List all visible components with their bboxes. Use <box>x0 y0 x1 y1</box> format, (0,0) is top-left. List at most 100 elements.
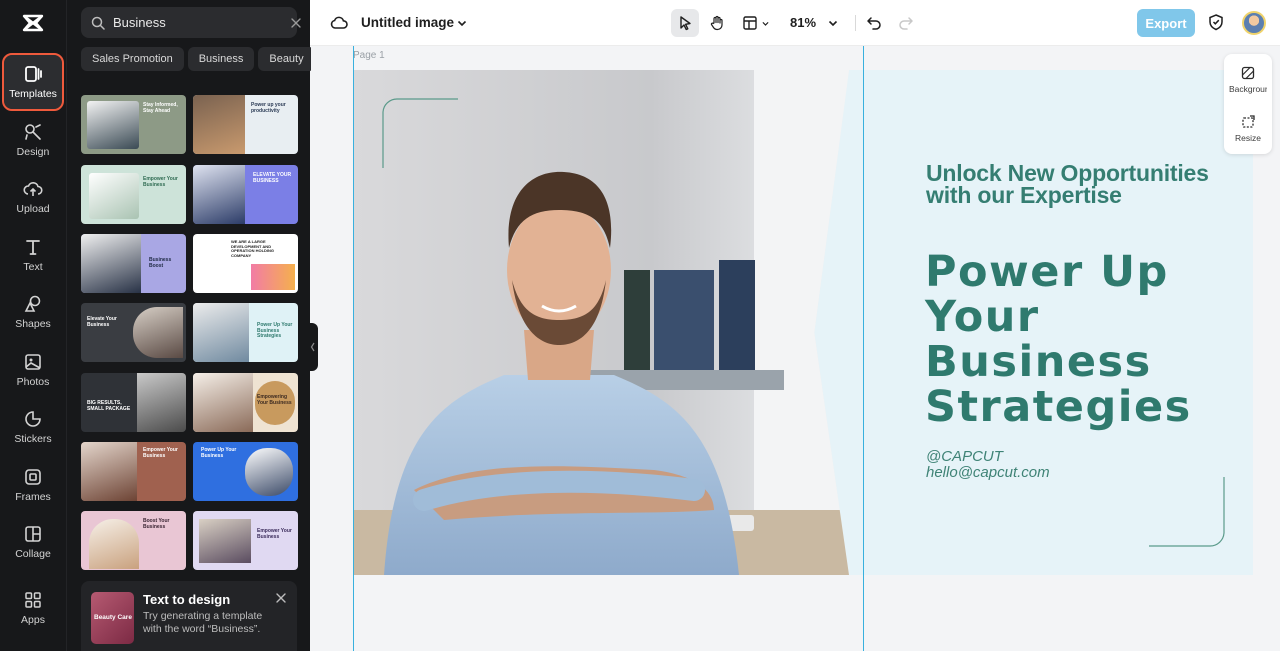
clear-search-icon[interactable] <box>289 16 303 30</box>
export-button[interactable]: Export <box>1137 9 1195 37</box>
template-title: Power Up Your Business Strategies <box>257 322 293 339</box>
template-card[interactable]: Empower Your Business <box>193 511 298 570</box>
resize-label: Resize <box>1235 133 1261 143</box>
rail-label: Photos <box>16 376 50 388</box>
background-icon <box>1241 66 1255 80</box>
rail-item-text[interactable]: Text <box>4 228 62 282</box>
template-card[interactable]: Power Up Your Business Strategies <box>193 303 298 362</box>
text-to-design-title: Text to design <box>143 592 231 607</box>
template-card[interactable]: Stay Informed, Stay Ahead <box>81 95 186 154</box>
rail-label: Frames <box>15 491 51 503</box>
template-card[interactable]: Boost Your Business <box>81 511 186 570</box>
shield-icon[interactable] <box>1207 13 1225 31</box>
rail-item-collage[interactable]: Collage <box>4 515 62 569</box>
chevron-down-icon <box>828 20 838 27</box>
template-card[interactable]: ELEVATE YOUR BUSINESS <box>193 165 298 224</box>
chip-sales-promotion[interactable]: Sales Promotion <box>81 47 184 71</box>
template-card[interactable]: Elevate Your Business <box>81 303 186 362</box>
template-card[interactable]: Empower Your Business <box>81 442 186 501</box>
page-guide-left <box>353 46 354 651</box>
layout-tool-button[interactable] <box>738 9 774 37</box>
toolbar-divider <box>855 15 856 31</box>
redo-button[interactable] <box>896 9 916 37</box>
capcut-logo-icon[interactable] <box>20 10 46 36</box>
chip-beauty[interactable]: Beauty <box>258 47 311 71</box>
layout-icon <box>743 16 757 30</box>
template-title: Stay Informed, Stay Ahead <box>143 102 178 114</box>
zoom-dropdown[interactable] <box>825 9 841 37</box>
rail-item-stickers[interactable]: Stickers <box>4 400 62 454</box>
rail-item-frames[interactable]: Frames <box>4 458 62 512</box>
rail-item-templates[interactable]: Templates <box>2 53 64 111</box>
template-card[interactable]: Power up your productivity <box>193 95 298 154</box>
background-button[interactable]: Background <box>1224 66 1272 94</box>
main-headline[interactable]: Power Up Your Business Strategies <box>925 250 1245 430</box>
select-tool-button[interactable] <box>671 9 699 37</box>
text-to-design-card[interactable]: Beauty Care Text to design Try generatin… <box>81 581 297 651</box>
template-card[interactable]: Business Boost <box>81 234 186 293</box>
template-title: Empowering Your Business <box>257 394 292 406</box>
cloud-sync-icon[interactable] <box>330 14 348 32</box>
undo-icon <box>867 17 881 30</box>
rail-item-upload[interactable]: Upload <box>4 170 62 224</box>
undo-button[interactable] <box>864 9 884 37</box>
template-title: Business Boost <box>149 257 172 269</box>
chevron-down-icon[interactable] <box>456 17 468 29</box>
template-card[interactable]: Empower Your Business <box>81 165 186 224</box>
social-handle[interactable]: @CAPCUT <box>926 448 1003 465</box>
resize-button[interactable]: Resize <box>1224 115 1272 143</box>
template-title: ELEVATE YOUR BUSINESS <box>253 172 292 184</box>
text-icon <box>26 240 40 255</box>
decorative-corner-line <box>382 98 458 168</box>
avatar[interactable] <box>1242 11 1266 35</box>
templates-icon <box>25 66 42 82</box>
template-card[interactable]: WE ARE A LARGE DEVELOPMENT AND OPERATION… <box>193 234 298 293</box>
rail-item-photos[interactable]: Photos <box>4 343 62 397</box>
decorative-corner-line <box>1149 477 1225 547</box>
template-card[interactable]: BIG RESULTS, SMALL PACKAGE <box>81 373 186 432</box>
rail-label: Stickers <box>14 433 52 445</box>
hand-tool-button[interactable] <box>703 9 731 37</box>
text-to-design-thumbnail: Beauty Care <box>91 592 134 644</box>
subheadline[interactable]: Unlock New Opportunities with our Expert… <box>926 162 1226 207</box>
rail-label: Design <box>16 146 50 158</box>
template-title: BIG RESULTS, SMALL PACKAGE <box>87 400 131 412</box>
search-icon <box>91 16 105 30</box>
design-icon <box>25 124 41 140</box>
document-title[interactable]: Untitled image <box>361 15 454 30</box>
category-chips: Sales Promotion Business Beauty <box>81 47 311 71</box>
rail-label: Templates <box>9 88 57 100</box>
page-guide-center <box>863 46 864 651</box>
redo-icon <box>899 17 913 30</box>
chip-business[interactable]: Business <box>187 47 255 71</box>
design-canvas[interactable]: Unlock New Opportunities with our Expert… <box>354 70 1253 575</box>
thumbnail-text: Beauty Care <box>94 614 132 621</box>
template-title: Empower Your Business <box>257 528 292 540</box>
close-icon[interactable] <box>275 592 287 604</box>
rail-label: Upload <box>16 203 50 215</box>
cursor-icon <box>680 16 691 31</box>
resize-icon <box>1242 115 1255 128</box>
collapse-panel-handle[interactable] <box>308 323 318 371</box>
template-title: Empower Your Business <box>143 447 178 459</box>
template-search[interactable] <box>81 7 301 38</box>
collage-icon <box>25 526 41 542</box>
chevron-left-icon <box>310 342 315 352</box>
template-title: WE ARE A LARGE DEVELOPMENT AND OPERATION… <box>231 239 275 258</box>
background-label: Background <box>1229 84 1267 94</box>
zoom-level[interactable]: 81% <box>790 15 816 30</box>
upload-icon <box>23 182 43 196</box>
shapes-icon <box>24 295 41 312</box>
top-bar: Untitled image 81% Export <box>310 0 1280 46</box>
left-rail: Templates Design Upload Text Shapes Phot… <box>0 0 66 651</box>
hand-icon <box>710 15 723 31</box>
template-title: Elevate Your Business <box>87 316 117 328</box>
rail-label: Apps <box>21 614 45 626</box>
contact-email[interactable]: hello@capcut.com <box>926 464 1050 481</box>
template-card[interactable]: Empowering Your Business <box>193 373 298 432</box>
search-input[interactable] <box>113 15 289 30</box>
rail-item-design[interactable]: Design <box>4 113 62 167</box>
rail-item-apps[interactable]: Apps <box>4 581 62 635</box>
rail-item-shapes[interactable]: Shapes <box>4 285 62 339</box>
template-card[interactable]: Power Up Your Business <box>193 442 298 501</box>
